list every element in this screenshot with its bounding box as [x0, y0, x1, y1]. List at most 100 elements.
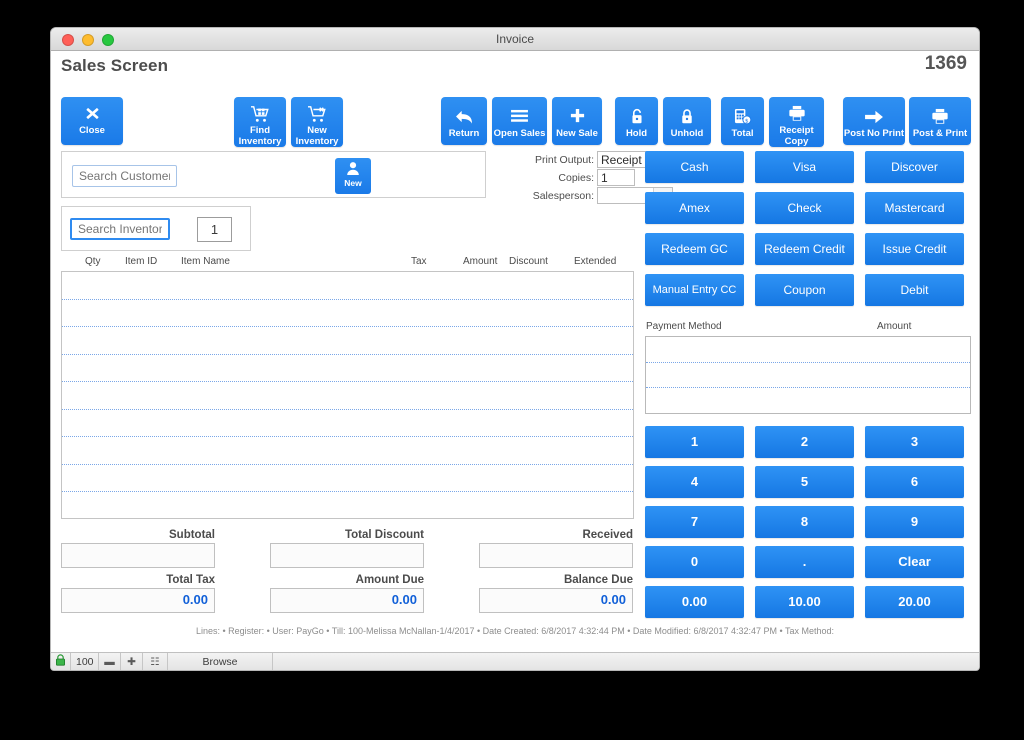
keypad-key-8[interactable]: 8: [755, 506, 854, 538]
total-button-label: Total: [721, 128, 764, 139]
payment-button-cash[interactable]: Cash: [645, 151, 744, 183]
payment-button-amex[interactable]: Amex: [645, 192, 744, 224]
new-sale-button[interactable]: New Sale: [552, 97, 602, 145]
status-info-line: Lines: • Register: • User: PayGo • Till:…: [51, 626, 979, 636]
open-sales-button[interactable]: Open Sales: [492, 97, 547, 145]
payment-button-redeem-gc[interactable]: Redeem GC: [645, 233, 744, 265]
list-lines-icon: [492, 105, 547, 127]
keypad-key-1[interactable]: 1: [645, 426, 744, 458]
payment-button-check[interactable]: Check: [755, 192, 854, 224]
keypad-key-6[interactable]: 6: [865, 466, 964, 498]
payment-button-coupon[interactable]: Coupon: [755, 274, 854, 306]
payment-button-visa[interactable]: Visa: [755, 151, 854, 183]
copies-input[interactable]: 1: [597, 169, 635, 186]
keypad-quick-0[interactable]: 0.00: [645, 586, 744, 618]
list-item[interactable]: [646, 363, 970, 389]
line-items-grid[interactable]: [61, 271, 634, 519]
table-row[interactable]: [62, 272, 633, 300]
payment-button-manual-entry-cc[interactable]: Manual Entry CC: [645, 274, 744, 306]
return-button[interactable]: Return: [441, 97, 487, 145]
new-sale-button-label: New Sale: [552, 128, 602, 139]
receipt-copy-label-line1: Receipt: [769, 125, 824, 136]
layout-panel-icon[interactable]: ☷: [143, 653, 168, 671]
keypad-key-3[interactable]: 3: [865, 426, 964, 458]
quantity-input[interactable]: 1: [197, 217, 232, 242]
keypad-key-9[interactable]: 9: [865, 506, 964, 538]
payment-button-mastercard[interactable]: Mastercard: [865, 192, 964, 224]
list-item[interactable]: [646, 337, 970, 363]
find-inventory-button[interactable]: Find Inventory: [234, 97, 286, 147]
unhold-button[interactable]: Unhold: [663, 97, 711, 145]
lock-open-icon: [615, 105, 658, 127]
post-no-print-button[interactable]: Post No Print: [843, 97, 905, 145]
search-customers-input[interactable]: [72, 165, 177, 187]
payment-button-debit[interactable]: Debit: [865, 274, 964, 306]
inventory-panel: 1: [61, 206, 251, 251]
keypad-key-clear[interactable]: Clear: [865, 546, 964, 578]
window-title: Invoice: [51, 32, 979, 46]
plus-icon: [552, 105, 602, 127]
keypad-key-2[interactable]: 2: [755, 426, 854, 458]
subtotal-label: Subtotal: [61, 529, 215, 541]
mode-label: Browse: [168, 653, 273, 671]
list-item[interactable]: [646, 388, 970, 414]
zoom-in-icon[interactable]: ✚: [121, 653, 143, 671]
copies-label: Copies:: [558, 172, 594, 184]
table-row[interactable]: [62, 382, 633, 410]
keypad-key-decimal[interactable]: .: [755, 546, 854, 578]
receipt-copy-label-line2: Copy: [769, 136, 824, 147]
find-inventory-cart-icon: [234, 102, 286, 124]
payment-button-issue-credit[interactable]: Issue Credit: [865, 233, 964, 265]
table-row[interactable]: [62, 300, 633, 328]
received-label: Received: [479, 529, 633, 541]
payment-amount-column-label: Amount: [877, 321, 911, 332]
lock-icon[interactable]: [51, 653, 71, 671]
table-row[interactable]: [62, 437, 633, 465]
zoom-out-icon[interactable]: ▬: [99, 653, 121, 671]
received-value: [479, 543, 633, 568]
table-row[interactable]: [62, 410, 633, 438]
open-sales-button-label: Open Sales: [492, 128, 547, 139]
post-and-print-button[interactable]: Post & Print: [909, 97, 971, 145]
table-row[interactable]: [62, 492, 633, 519]
payment-method-list[interactable]: [645, 336, 971, 414]
total-tax-value: 0.00: [61, 588, 215, 613]
new-customer-button-label: New: [335, 178, 371, 188]
page-title: Sales Screen: [61, 56, 168, 76]
desktop-backdrop: Invoice Sales Screen 1 3 6 9 Close: [0, 0, 1024, 740]
customer-panel: New: [61, 151, 486, 198]
totals-column-3: Received Balance Due 0.00: [479, 529, 633, 619]
hold-button-label: Hold: [615, 128, 658, 139]
column-header-tax: Tax: [411, 256, 427, 267]
printer-icon: [909, 105, 971, 127]
keypad-key-4[interactable]: 4: [645, 466, 744, 498]
receipt-copy-button[interactable]: Receipt Copy: [769, 97, 824, 147]
keypad-key-7[interactable]: 7: [645, 506, 744, 538]
find-inventory-label-line2: Inventory: [234, 136, 286, 147]
payment-button-discover[interactable]: Discover: [865, 151, 964, 183]
app-status-bar: 100 ▬ ✚ ☷ Browse: [51, 652, 979, 671]
table-row[interactable]: [62, 355, 633, 383]
column-header-discount: Discount: [509, 256, 548, 267]
keypad-quick-20[interactable]: 20.00: [865, 586, 964, 618]
print-output-label: Print Output:: [535, 154, 594, 166]
invoice-window: Invoice Sales Screen 1 3 6 9 Close: [50, 27, 980, 671]
payment-button-redeem-credit[interactable]: Redeem Credit: [755, 233, 854, 265]
total-button[interactable]: $ Total: [721, 97, 764, 145]
keypad-key-5[interactable]: 5: [755, 466, 854, 498]
keypad-quick-10[interactable]: 10.00: [755, 586, 854, 618]
table-row[interactable]: [62, 327, 633, 355]
zoom-level: 100: [71, 653, 99, 671]
find-inventory-label-line1: Find: [234, 125, 286, 136]
return-arrow-icon: [441, 105, 487, 127]
post-and-print-label: Post & Print: [909, 128, 971, 139]
search-inventory-input[interactable]: [70, 218, 170, 240]
new-inventory-label-line2: Inventory: [291, 136, 343, 147]
new-customer-button[interactable]: New: [335, 158, 371, 194]
column-header-item-id: Item ID: [125, 256, 157, 267]
new-inventory-button[interactable]: New Inventory: [291, 97, 343, 147]
hold-button[interactable]: Hold: [615, 97, 658, 145]
keypad-key-0[interactable]: 0: [645, 546, 744, 578]
table-row[interactable]: [62, 465, 633, 493]
close-button[interactable]: Close: [61, 97, 123, 145]
